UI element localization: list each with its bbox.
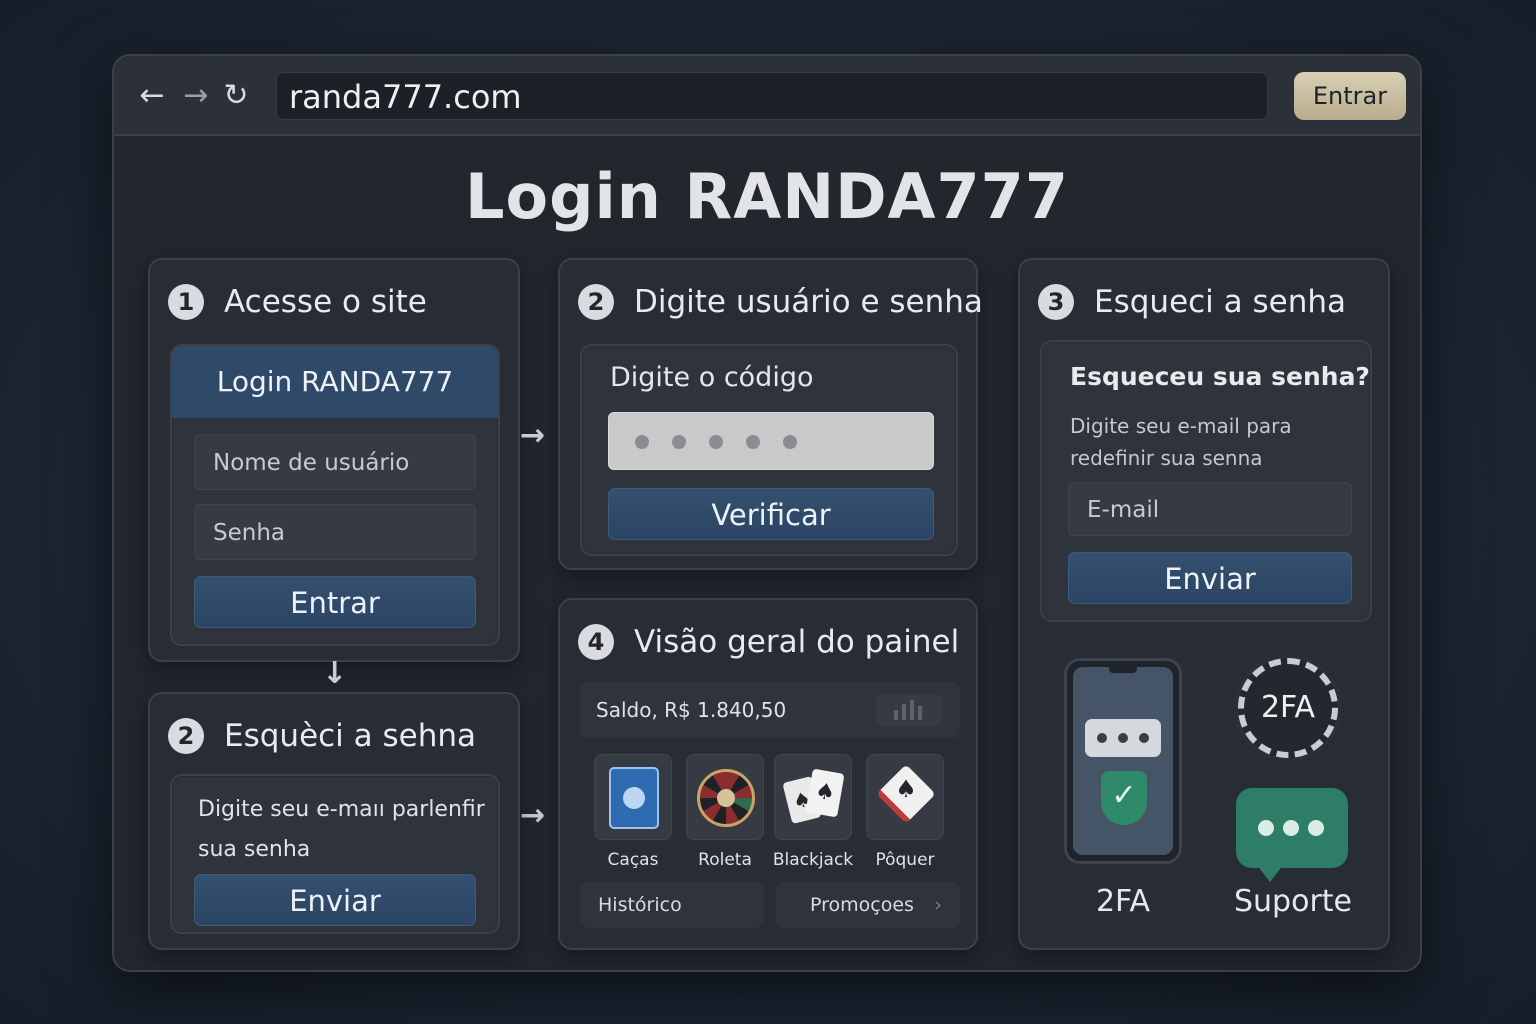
- recovery-text: Digite seu e-maıı parlenfir sua senha: [198, 797, 485, 862]
- phone-2fa-icon: ✓: [1064, 658, 1182, 864]
- back-arrow-icon[interactable]: ←: [134, 78, 170, 114]
- stats-chart-icon[interactable]: [876, 694, 942, 726]
- reload-icon[interactable]: ↻: [218, 78, 254, 114]
- step2b-title: Esquèci a sehna: [224, 718, 477, 754]
- arrow-right-icon: →: [520, 418, 546, 453]
- forgot-question: Esqueceu sua senha?: [1070, 362, 1370, 391]
- forward-arrow-icon[interactable]: →: [178, 78, 214, 114]
- spade-icon: ♠: [895, 775, 917, 803]
- step2b-card: 2 Esquèci a sehna Digite seu e-maıı parl…: [148, 692, 520, 950]
- game-label-slots: Caças: [607, 850, 659, 870]
- step2a-card: 2 Digite usuário e senha Digite o código…: [558, 258, 983, 570]
- recovery-panel: Digite seu e-maıı parlenfir sua senha En…: [170, 774, 500, 934]
- masked-dot-icon: [746, 435, 760, 449]
- game-tile-roulette[interactable]: [686, 754, 764, 840]
- game-label-poker: Pôquer: [875, 850, 935, 870]
- step2a-title: Digite usuário e senha: [634, 284, 983, 320]
- step4-card: 4 Visão geral do painel Saldo, R$ 1.840,…: [558, 598, 978, 950]
- verification-panel: Digite o código Verificar: [580, 344, 958, 556]
- arrow-right-icon: →: [520, 798, 546, 833]
- username-input[interactable]: Nome de usuário: [194, 434, 476, 490]
- email-input[interactable]: E-mail: [1068, 482, 1352, 536]
- games-row: Caças Roleta ♠ ♠ Blackjack ♠ Pôquer: [594, 754, 954, 874]
- shield-check-icon: ✓: [1101, 771, 1147, 825]
- chevron-right-icon: ›: [934, 894, 942, 916]
- game-label-blackjack: Blackjack: [772, 850, 854, 870]
- password-input[interactable]: Senha: [194, 504, 476, 560]
- tab-promotions-label: Promoçoes: [810, 894, 914, 916]
- roulette-wheel-icon: [697, 769, 755, 827]
- verify-button[interactable]: Verificar: [608, 488, 934, 540]
- step3-number-badge: 3: [1038, 284, 1074, 320]
- tab-promotions[interactable]: Promoçoes ›: [776, 882, 960, 928]
- step2b-number-badge: 2: [168, 718, 204, 754]
- twofa-label: 2FA: [1095, 884, 1151, 919]
- game-tile-blackjack[interactable]: ♠ ♠: [774, 754, 852, 840]
- recovery-send-button[interactable]: Enviar: [194, 874, 476, 926]
- step1-title: Acesse o site: [224, 284, 427, 320]
- forgot-send-button[interactable]: Enviar: [1068, 552, 1352, 604]
- game-label-roulette: Roleta: [698, 850, 752, 870]
- masked-dot-icon: [783, 435, 797, 449]
- slot-card-icon: [609, 767, 659, 829]
- masked-dot-icon: [709, 435, 723, 449]
- step4-number-badge: 4: [578, 624, 614, 660]
- masked-dot-icon: [672, 435, 686, 449]
- browser-window: ← → ↻ randa777.com Entrar Login RANDA777…: [112, 54, 1422, 972]
- playing-card-icon: ♠: [805, 768, 845, 818]
- code-label: Digite o código: [610, 362, 814, 393]
- browser-toolbar: ← → ↻ randa777.com Entrar: [114, 56, 1420, 136]
- masked-dot-icon: [635, 435, 649, 449]
- password-dots-icon: [1085, 719, 1161, 757]
- address-bar[interactable]: randa777.com: [276, 72, 1268, 120]
- balance-text: Saldo, R$ 1.840,50: [596, 698, 787, 722]
- twofa-chip-icon: 2FA: [1238, 658, 1338, 758]
- step1-number-badge: 1: [168, 284, 204, 320]
- forgot-description: Digite seu e-mail para redefinir sua sen…: [1070, 414, 1292, 470]
- page-title: Login RANDA777: [465, 160, 1069, 233]
- support-chat-icon[interactable]: [1236, 788, 1348, 882]
- login-panel: Login RANDA777 Nome de usuário Senha Ent…: [170, 344, 500, 646]
- game-tile-slots[interactable]: [594, 754, 672, 840]
- support-label[interactable]: Suporte: [1218, 884, 1368, 919]
- dashboard-tabs: Histórico Promoçoes ›: [580, 882, 960, 928]
- step1-card: 1 Acesse o site Login RANDA777 Nome de u…: [148, 258, 520, 662]
- code-input[interactable]: [608, 412, 934, 470]
- login-submit-button[interactable]: Entrar: [194, 576, 476, 628]
- game-tile-poker[interactable]: ♠: [866, 754, 944, 840]
- step4-title: Visão geral do painel: [634, 624, 960, 660]
- tab-history[interactable]: Histórico: [580, 882, 764, 928]
- login-panel-title: Login RANDA777: [172, 346, 498, 418]
- forgot-password-panel: Esqueceu sua senha? Digite seu e-mail pa…: [1040, 340, 1372, 622]
- step3-card: 3 Esqueci a senha Esqueceu sua senha? Di…: [1018, 258, 1390, 950]
- arrow-down-icon: ↓: [322, 656, 348, 691]
- step2a-number-badge: 2: [578, 284, 614, 320]
- balance-bar: Saldo, R$ 1.840,50: [580, 682, 960, 738]
- header-login-button[interactable]: Entrar: [1294, 72, 1406, 120]
- twofa-chip-text: 2FA: [1260, 690, 1316, 725]
- step3-title: Esqueci a senha: [1094, 284, 1347, 320]
